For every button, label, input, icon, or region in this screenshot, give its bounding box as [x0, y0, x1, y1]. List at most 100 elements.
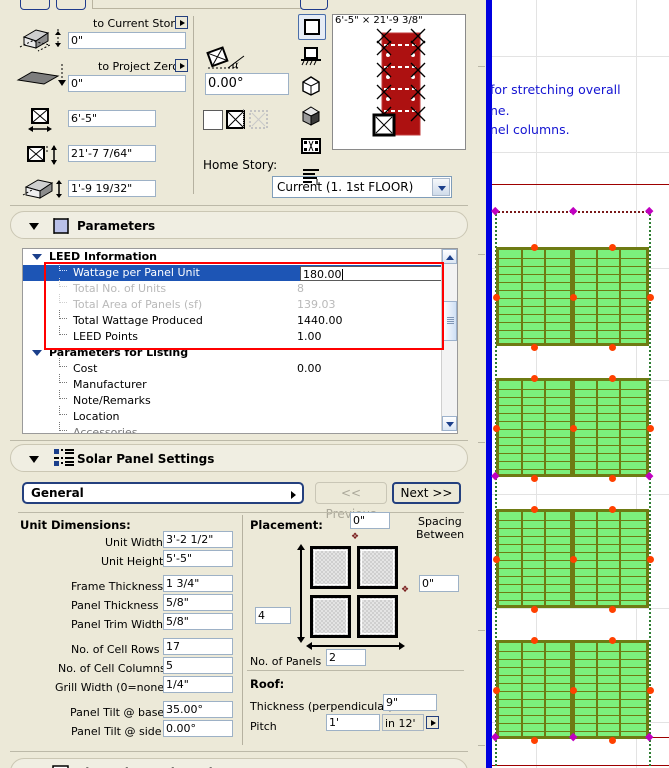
page-selector-combo[interactable]: General — [22, 482, 304, 504]
collapse-triangle-icon[interactable] — [29, 223, 39, 230]
rows-count-input[interactable] — [255, 607, 291, 624]
hotspot[interactable] — [609, 344, 616, 351]
hotspot[interactable] — [531, 637, 538, 644]
parameters-scrollbar[interactable] — [441, 249, 457, 431]
group-expand-icon[interactable] — [32, 350, 42, 356]
hotspot[interactable] — [531, 375, 538, 382]
roof-pitch-input[interactable] — [326, 714, 380, 731]
frame-thickness-input[interactable] — [163, 575, 233, 592]
vertex-node[interactable]: ◆ — [491, 205, 499, 216]
hotspot[interactable] — [609, 737, 616, 744]
hotspot[interactable] — [493, 556, 500, 563]
filmstrip-preview-icon[interactable] — [298, 134, 324, 158]
hotspot[interactable] — [531, 606, 538, 613]
hotspot[interactable] — [609, 637, 616, 644]
hotspot[interactable] — [531, 244, 538, 251]
cell-rows-input[interactable] — [163, 638, 233, 655]
table-row[interactable]: Total Area of Panels (sf) 139.03 — [23, 294, 457, 313]
cell-columns-input[interactable] — [163, 657, 233, 674]
hotspot[interactable] — [647, 294, 654, 301]
roof-thickness-input[interactable] — [383, 694, 437, 711]
parameters-section-header[interactable]: Parameters — [10, 211, 468, 239]
toolbar-button-1[interactable] — [20, 0, 50, 10]
hotspot[interactable] — [609, 475, 616, 482]
hotspot[interactable] — [493, 294, 500, 301]
parameter-group-leed[interactable]: LEED Information — [23, 249, 457, 265]
pitch-popup-button[interactable] — [426, 716, 439, 729]
hotspot[interactable] — [609, 375, 616, 382]
table-row[interactable]: Location — [23, 406, 457, 425]
vertex-node[interactable]: ◆ — [645, 470, 653, 481]
vertex-node[interactable]: ◆ — [645, 205, 653, 216]
parameter-group-listing[interactable]: Parameters for Listing — [23, 345, 457, 361]
hotspot[interactable] — [647, 556, 654, 563]
previous-button[interactable]: << Previous — [315, 482, 387, 521]
to-project-zero-popup-button[interactable] — [175, 59, 188, 72]
no-of-panels-input[interactable] — [326, 649, 366, 666]
front-view-icon[interactable] — [298, 44, 324, 68]
scroll-down-button[interactable] — [442, 416, 457, 431]
object-preview[interactable]: 6'-5" × 21'-9 3/8" — [332, 14, 466, 150]
floor-plan-section-header[interactable]: Floor Plan and Section — [10, 758, 468, 768]
table-row[interactable]: Accessories — [23, 422, 457, 433]
spacing-vertical-input[interactable] — [350, 512, 390, 529]
hotspot[interactable] — [531, 475, 538, 482]
vertex-node[interactable]: ◆ — [491, 731, 499, 742]
unit-width-input[interactable] — [163, 531, 233, 548]
hotspot[interactable] — [609, 244, 616, 251]
chevron-down-icon[interactable] — [432, 178, 450, 196]
next-button[interactable]: Next >> — [392, 482, 461, 504]
list-properties-icon[interactable] — [298, 164, 324, 188]
hotspot[interactable] — [493, 425, 500, 432]
table-row[interactable]: Total No. of Units 8 — [23, 278, 457, 297]
2d-symbol-icon[interactable] — [298, 14, 326, 40]
fill-disabled-toggle[interactable] — [249, 110, 268, 129]
vertex-node[interactable]: ◆ — [569, 205, 577, 216]
unit-height-input[interactable] — [163, 550, 233, 567]
hotspot[interactable] — [531, 506, 538, 513]
scrollbar-thumb[interactable] — [442, 301, 457, 341]
panel-thickness-input[interactable] — [163, 594, 233, 611]
hotspot[interactable] — [493, 687, 500, 694]
hotspot[interactable] — [647, 687, 654, 694]
grill-width-input[interactable] — [163, 676, 233, 693]
table-row[interactable]: Cost 0.00 — [23, 358, 457, 377]
vertex-node[interactable]: ◆ — [645, 731, 653, 742]
solar-panel-settings-header[interactable]: Solar Panel Settings — [10, 444, 468, 472]
caret-right-icon[interactable] — [291, 491, 296, 499]
collapse-triangle-icon[interactable] — [29, 456, 39, 463]
3d-wireframe-icon[interactable] — [298, 74, 324, 98]
to-current-story-popup-button[interactable] — [175, 16, 188, 29]
panel-tilt-side-input[interactable] — [163, 720, 233, 737]
to-project-zero-input[interactable] — [68, 75, 186, 92]
toolbar-text-field[interactable] — [92, 0, 304, 9]
cad-drawing-area[interactable]: for stretching overall ne. nel columns. — [478, 0, 669, 768]
hotspot[interactable] — [570, 425, 577, 432]
scroll-up-button[interactable] — [442, 249, 457, 264]
3d-solid-icon[interactable] — [298, 104, 324, 128]
group-expand-icon[interactable] — [32, 254, 42, 260]
height-input[interactable] — [68, 145, 156, 162]
hotspot[interactable] — [531, 344, 538, 351]
vertex-node[interactable]: ◆ — [569, 731, 577, 742]
hotspot[interactable] — [609, 606, 616, 613]
hotspot[interactable] — [647, 425, 654, 432]
vertex-node[interactable]: ◆ — [491, 470, 499, 481]
angle-input[interactable] — [205, 73, 289, 95]
width-input[interactable] — [68, 110, 156, 127]
fill-none-toggle[interactable] — [203, 110, 223, 130]
panel-tilt-base-input[interactable] — [163, 701, 233, 718]
toolbar-button-3[interactable] — [300, 0, 328, 10]
table-row[interactable]: Total Wattage Produced 1440.00 — [23, 310, 457, 329]
spacing-horizontal-input[interactable] — [419, 575, 459, 592]
table-row[interactable]: LEED Points 1.00 — [23, 326, 457, 345]
panel-trim-width-input[interactable] — [163, 613, 233, 630]
hotspot[interactable] — [570, 294, 577, 301]
to-current-story-input[interactable] — [68, 32, 186, 49]
toolbar-button-2[interactable] — [56, 0, 86, 10]
parameters-list[interactable]: LEED Information Wattage per Panel Unit … — [22, 248, 458, 434]
depth-input[interactable] — [68, 180, 156, 197]
table-row[interactable]: Note/Remarks — [23, 390, 457, 409]
hotspot[interactable] — [570, 687, 577, 694]
table-row[interactable]: Manufacturer — [23, 374, 457, 393]
